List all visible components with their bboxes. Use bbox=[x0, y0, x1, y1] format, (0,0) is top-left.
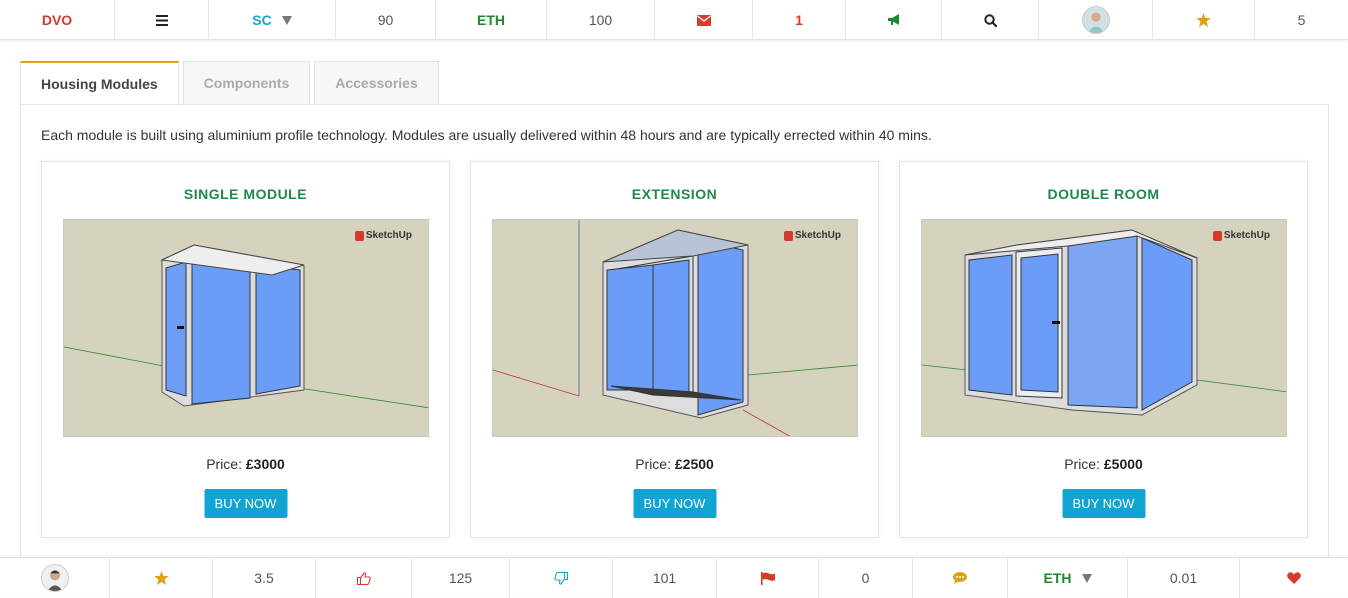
like-button[interactable] bbox=[316, 558, 412, 598]
hamburger-icon bbox=[155, 14, 168, 26]
rating-value: 3.5 bbox=[213, 558, 316, 598]
menu-button[interactable] bbox=[115, 0, 209, 40]
favorite-button[interactable] bbox=[1240, 558, 1348, 598]
envelope-icon bbox=[696, 14, 711, 26]
rating-count: 5 bbox=[1297, 12, 1306, 28]
tab-housing-modules[interactable]: Housing Modules bbox=[20, 61, 179, 106]
avatar bbox=[1081, 6, 1110, 34]
report-button[interactable] bbox=[717, 558, 819, 598]
messages-button[interactable] bbox=[655, 0, 753, 40]
product-price: Price: £3000 bbox=[206, 456, 285, 472]
buy-now-button[interactable]: BUY NOW bbox=[633, 489, 716, 518]
product-price: Price: £2500 bbox=[635, 456, 714, 472]
tip-currency-selector[interactable]: ETH bbox=[1008, 558, 1128, 598]
messages-count: 1 bbox=[753, 0, 846, 40]
sc-balance: 90 bbox=[336, 0, 436, 40]
search-button[interactable] bbox=[942, 0, 1039, 40]
intro-text: Each module is built using aluminium pro… bbox=[41, 127, 932, 143]
tab-components[interactable]: Components bbox=[182, 61, 311, 105]
seller-profile-button[interactable] bbox=[0, 558, 110, 598]
comment-button[interactable] bbox=[913, 558, 1008, 598]
product-image: SketchUp bbox=[492, 219, 858, 437]
chevron-down-icon bbox=[1081, 573, 1092, 583]
tip-currency-label: ETH bbox=[1043, 570, 1072, 586]
sketchup-watermark: SketchUp bbox=[1212, 230, 1270, 241]
buy-now-button[interactable]: BUY NOW bbox=[204, 489, 287, 518]
sketchup-watermark: SketchUp bbox=[783, 230, 841, 241]
chevron-down-icon bbox=[281, 15, 292, 25]
dislikes-count: 101 bbox=[613, 558, 717, 598]
dislike-button[interactable] bbox=[510, 558, 613, 598]
product-tabs: Housing Modules Components Accessories bbox=[20, 61, 443, 106]
eth-balance: 100 bbox=[547, 0, 655, 40]
product-card-single-module: SINGLE MODULE SketchUp Price: £3000 BUY … bbox=[41, 161, 450, 538]
flags-count: 0 bbox=[819, 558, 913, 598]
search-icon bbox=[983, 13, 997, 27]
flag-icon bbox=[760, 571, 775, 585]
product-image: SketchUp bbox=[921, 219, 1287, 437]
star-icon bbox=[1196, 13, 1211, 27]
star-icon bbox=[153, 571, 169, 585]
user-profile-button[interactable] bbox=[1039, 0, 1153, 40]
currency-label: SC bbox=[252, 12, 272, 28]
favorites-button[interactable] bbox=[1153, 0, 1255, 40]
likes-count: 125 bbox=[412, 558, 510, 598]
product-price: Price: £5000 bbox=[1064, 456, 1143, 472]
comment-icon bbox=[953, 572, 967, 584]
tip-amount: 0.01 bbox=[1128, 558, 1240, 598]
thumbs-down-icon bbox=[554, 571, 568, 585]
announcements-button[interactable] bbox=[846, 0, 942, 40]
heart-icon bbox=[1287, 572, 1301, 584]
avatar bbox=[40, 564, 69, 592]
product-image: SketchUp bbox=[63, 219, 429, 437]
thumbs-up-icon bbox=[356, 571, 371, 585]
product-card-double-room: DOUBLE ROOM SketchUp Price: £5000 BUY NO… bbox=[899, 161, 1308, 538]
buy-now-button[interactable]: BUY NOW bbox=[1062, 489, 1145, 518]
product-title: DOUBLE ROOM bbox=[1047, 186, 1160, 202]
eth-label: ETH bbox=[436, 0, 547, 40]
rate-button[interactable] bbox=[110, 558, 213, 598]
product-title: EXTENSION bbox=[631, 186, 718, 202]
megaphone-icon bbox=[887, 14, 899, 25]
currency-selector[interactable]: SC bbox=[209, 0, 336, 40]
bottom-bar: 3.5 125 101 0 ETH 0.01 bbox=[0, 557, 1348, 598]
sketchup-watermark: SketchUp bbox=[354, 230, 412, 241]
product-title: SINGLE MODULE bbox=[183, 186, 308, 202]
brand-logo[interactable]: DVO bbox=[0, 0, 115, 40]
top-bar: DVO SC 90 ETH 100 1 5 bbox=[0, 0, 1348, 40]
tab-accessories[interactable]: Accessories bbox=[314, 61, 439, 105]
product-card-extension: EXTENSION SketchUp Price: £2500 BUY NOW bbox=[470, 161, 879, 538]
